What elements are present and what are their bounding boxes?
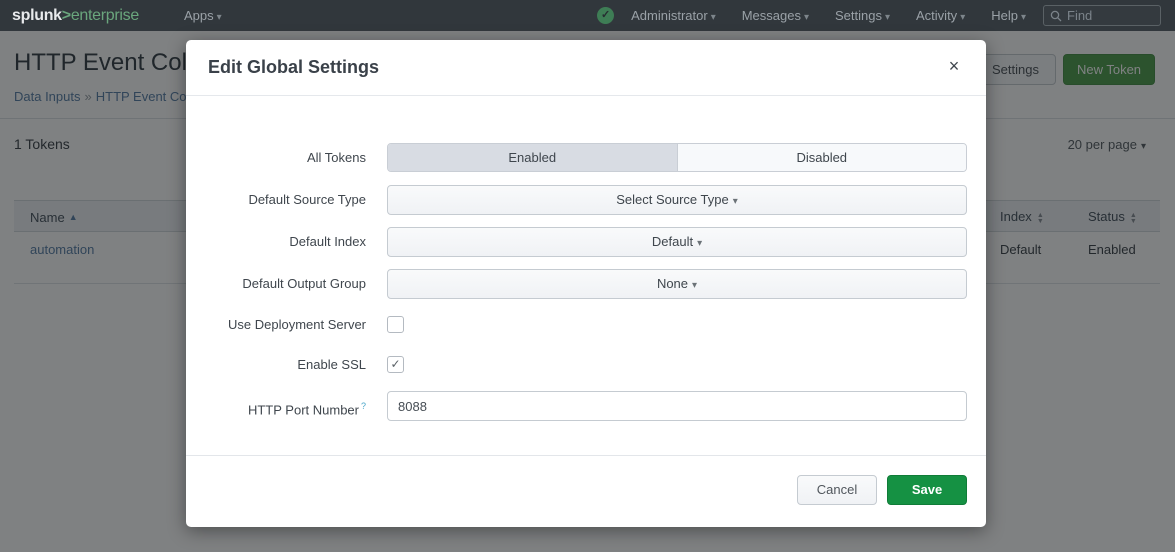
chevron-down-icon: ▾ <box>217 12 222 23</box>
top-navbar: splunk>enterprise Apps▾ ✓ Administrator▾… <box>0 0 1175 31</box>
modal-header: Edit Global Settings × <box>186 40 986 96</box>
health-check-icon[interactable]: ✓ <box>597 7 614 24</box>
source-type-dropdown[interactable]: Select Source Type▾ <box>387 185 967 215</box>
messages-menu[interactable]: Messages▾ <box>729 8 822 23</box>
output-group-dropdown[interactable]: None▾ <box>387 269 967 299</box>
administrator-menu[interactable]: Administrator▾ <box>618 8 729 23</box>
help-tooltip-icon[interactable]: ? <box>361 401 366 411</box>
all-tokens-label: All Tokens <box>186 143 366 172</box>
all-tokens-disabled-option[interactable]: Disabled <box>677 144 967 171</box>
default-output-group-label: Default Output Group <box>186 269 366 299</box>
chevron-down-icon: ▾ <box>885 12 890 23</box>
logo-product-text: enterprise <box>71 7 139 24</box>
search-input[interactable] <box>1067 8 1147 23</box>
chevron-down-icon: ▾ <box>697 238 702 249</box>
chevron-down-icon: ▾ <box>692 280 697 291</box>
default-index-dropdown[interactable]: Default▾ <box>387 227 967 257</box>
help-menu[interactable]: Help▾ <box>978 8 1039 23</box>
logo-splunk-text: splunk <box>12 7 62 24</box>
modal-footer: Cancel Save <box>186 455 986 527</box>
use-deployment-server-label: Use Deployment Server <box>186 316 366 333</box>
default-index-label: Default Index <box>186 227 366 257</box>
find-search-box[interactable] <box>1043 5 1161 26</box>
all-tokens-toggle: Enabled Disabled <box>387 143 967 172</box>
screen: splunk>enterprise Apps▾ ✓ Administrator▾… <box>0 0 1175 552</box>
search-icon <box>1050 10 1062 22</box>
chevron-down-icon: ▾ <box>1021 12 1026 23</box>
modal-title: Edit Global Settings <box>208 57 379 78</box>
cancel-button[interactable]: Cancel <box>797 475 877 505</box>
http-port-input[interactable] <box>387 391 967 421</box>
activity-menu[interactable]: Activity▾ <box>903 8 978 23</box>
edit-global-settings-modal: Edit Global Settings × All Tokens Enable… <box>186 40 986 527</box>
http-port-label: HTTP Port Number? <box>186 391 366 425</box>
use-deployment-server-checkbox[interactable] <box>387 316 404 333</box>
chevron-down-icon: ▾ <box>960 12 965 23</box>
enable-ssl-label: Enable SSL <box>186 356 366 373</box>
splunk-logo[interactable]: splunk>enterprise <box>12 7 139 25</box>
chevron-down-icon: ▾ <box>733 196 738 207</box>
default-source-type-label: Default Source Type <box>186 185 366 215</box>
toggle-group: Enabled Disabled <box>387 143 967 172</box>
save-button[interactable]: Save <box>887 475 967 505</box>
enable-ssl-checkbox[interactable]: ✓ <box>387 356 404 373</box>
navbar-right: ✓ Administrator▾ Messages▾ Settings▾ Act… <box>597 5 1175 26</box>
chevron-down-icon: ▾ <box>711 12 716 23</box>
apps-menu[interactable]: Apps▾ <box>171 8 235 23</box>
settings-menu[interactable]: Settings▾ <box>822 8 903 23</box>
chevron-down-icon: ▾ <box>804 12 809 23</box>
all-tokens-enabled-option[interactable]: Enabled <box>388 144 677 171</box>
close-icon[interactable]: × <box>944 56 964 76</box>
logo-gt-text: > <box>62 7 71 24</box>
